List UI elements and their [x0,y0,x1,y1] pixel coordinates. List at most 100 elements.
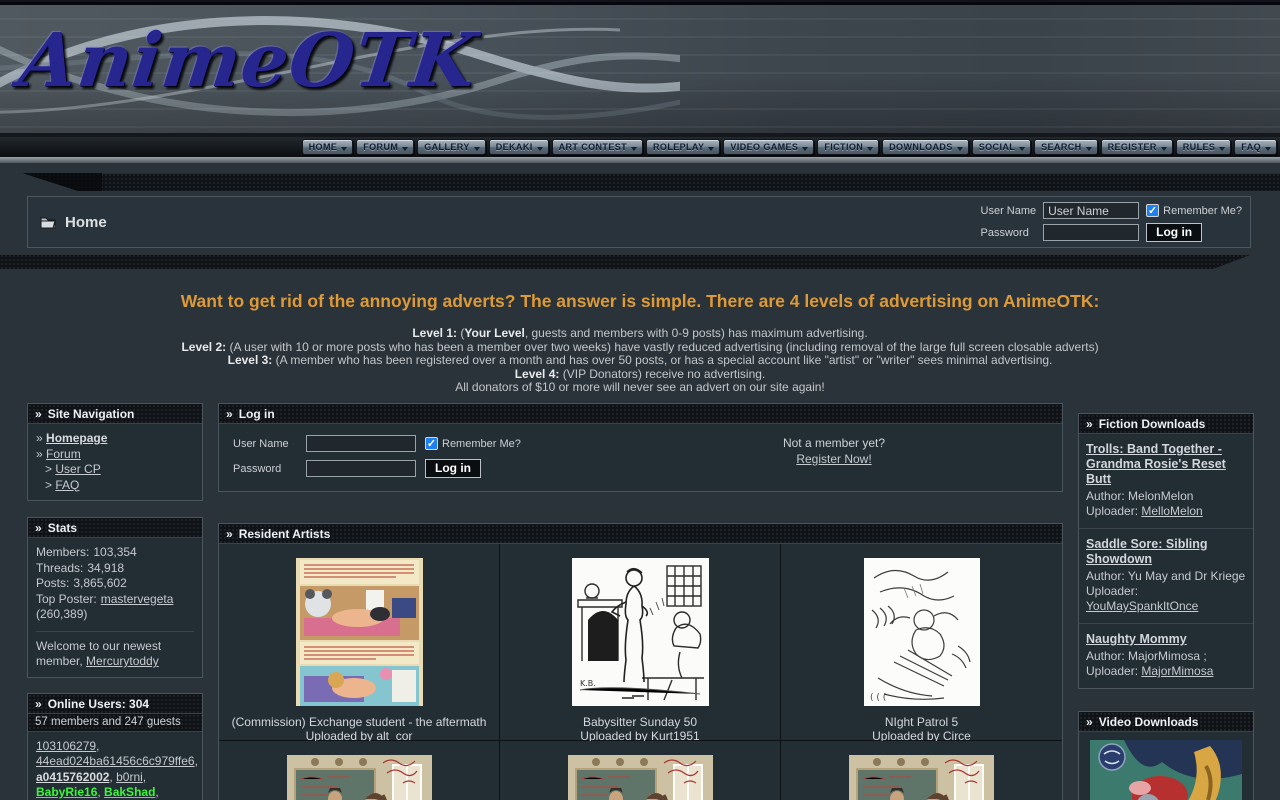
video-thumbnail[interactable] [1090,740,1242,800]
svg-text:( ( (: ( ( ( [870,693,886,703]
online-user-link[interactable]: 103106279 [36,739,96,753]
uploader-link[interactable]: YouMaySpankItOnce [1086,599,1198,613]
stat-label: Top Poster: [36,592,97,606]
header-bullet-icon: » [35,697,42,711]
nav-button-art-contest[interactable]: ART CONTEST [552,139,643,155]
nav-button-label: FAQ [1241,142,1261,152]
dropdown-arrow-icon [631,147,637,151]
author-name: Yu May and Dr Kriege [1128,569,1245,583]
online-user-link[interactable]: BabyRie16 [36,785,97,799]
nav-button-register[interactable]: REGISTER [1101,139,1173,155]
ad-notice-title: Want to get rid of the annoying adverts?… [40,291,1240,312]
nav-button-rules[interactable]: RULES [1176,139,1232,155]
nav-button-dekaki[interactable]: DEKAKI [489,139,549,155]
stats-body: Members:103,354 Threads:34,918 Posts:3,8… [28,538,202,677]
uploader-label: Uploader: [1086,504,1138,518]
artist-cell [781,741,1062,800]
header-bullet-icon: » [1086,417,1093,431]
online-users-title: Online Users: 304 [48,697,149,711]
nav-button-fiction[interactable]: FICTION [817,139,879,155]
site-navigation-title: Site Navigation [48,407,135,421]
nav-button-label: FORUM [363,142,398,152]
nav-button-label: SEARCH [1041,142,1081,152]
stat-value: (260,389) [36,607,87,621]
fiction-title-link[interactable]: Naughty Mommy [1086,632,1246,647]
login-button[interactable]: Log in [1146,223,1202,242]
nav-button-label: ART CONTEST [559,142,627,152]
header-bullet-icon: » [35,521,42,535]
uploader-link[interactable]: MelloMelon [1141,504,1202,518]
dropdown-arrow-icon [1161,147,1167,151]
artwork-thumbnail-classroom[interactable] [568,755,713,800]
remember-me-checkbox[interactable]: ✓ [1146,204,1159,217]
username-input[interactable] [1043,202,1139,219]
svg-text:K.B.: K.B. [580,679,596,688]
fiction-author: Author: MelonMelon [1086,489,1246,504]
online-user-link[interactable]: b0rni [116,770,143,784]
forum-link[interactable]: Forum [46,447,81,461]
nav-button-video-games[interactable]: VIDEO GAMES [723,139,814,155]
artwork-caption: Babysitter Sunday 50 Uploaded by Kurt195… [500,716,780,743]
nav-button-gallery[interactable]: GALLERY [417,139,485,155]
fiction-item: Naughty Mommy Author: MajorMimosa ; Uplo… [1079,623,1253,688]
decorative-bar-top [0,173,1280,191]
nav-button-label: ROLEPLAY [653,142,704,152]
nav-button-search[interactable]: SEARCH [1034,139,1097,155]
bullet-icon: » [36,431,43,445]
online-user-link[interactable]: a0415762002 [36,770,109,784]
fiction-title-link[interactable]: Trolls: Band Together - Grandma Rosie's … [1086,442,1246,487]
page-header-bar: Home User Name ✓ Remember Me? Password L… [27,196,1251,248]
author-name: MajorMimosa ; [1128,649,1207,663]
uploader-link[interactable]: MajorMimosa [1141,664,1213,678]
faq-link[interactable]: FAQ [55,478,79,492]
usercp-link[interactable]: User CP [55,462,100,476]
nav-button-downloads[interactable]: DOWNLOADS [882,139,969,155]
fiction-downloads-box: »Fiction Downloads Trolls: Band Together… [1078,413,1254,689]
artwork-thumbnail-inkdrawing[interactable]: K.B. [572,558,709,706]
remember-me-checkbox[interactable]: ✓ [425,437,438,450]
username-label: User Name [981,205,1037,217]
author-label: Author: [1086,569,1125,583]
artwork-thumbnail-classroom[interactable] [849,755,994,800]
site-banner: AnimeOTK [0,0,1280,137]
online-user-link[interactable]: 44ead024ba61456c6c979ffe6 [36,754,195,768]
dropdown-arrow-icon [867,147,873,151]
register-now-link[interactable]: Register Now! [796,452,871,466]
nav-button-faq[interactable]: FAQ [1234,139,1277,155]
top-poster-link[interactable]: mastervegeta [101,592,174,606]
newest-member: Welcome to our newest member, Mercurytod… [36,631,194,670]
artist-cell [500,741,781,800]
header-bullet-icon: » [1086,715,1093,729]
fiction-title-link[interactable]: Saddle Sore: Sibling Showdown [1086,537,1246,567]
online-user-link[interactable]: BakShad [104,785,155,799]
username-input[interactable] [306,435,416,452]
login-box-body: User Name ✓ Remember Me? Password Log in… [219,424,1062,491]
login-button[interactable]: Log in [425,459,481,478]
site-logo-text[interactable]: AnimeOTK [15,18,482,104]
page-root: AnimeOTK HOME FORUM GALLERY DEKAKI ART CONTE… [0,0,1280,800]
artwork-thumbnail-comic[interactable] [296,558,423,706]
password-input[interactable] [1043,224,1139,241]
password-input[interactable] [306,460,416,477]
nav-button-forum[interactable]: FORUM [356,139,414,155]
artwork-thumbnail-sketch[interactable]: ( ( ( [864,558,980,706]
stat-value: 3,865,602 [73,576,126,590]
ad-notice-line: Level 3: (A member who has been register… [40,354,1240,368]
stats-box: »Stats Members:103,354 Threads:34,918 Po… [27,517,203,678]
ad-notice: Want to get rid of the annoying adverts?… [40,291,1240,395]
homepage-link[interactable]: Homepage [46,431,107,445]
remember-me-wrap: ✓ Remember Me? [1146,204,1242,217]
ad-notice-line: All donators of $10 or more will never s… [40,381,1240,395]
nav-button-label: GALLERY [424,142,469,152]
nav-button-home[interactable]: HOME [302,139,354,155]
header-bullet-icon: » [226,407,233,421]
newest-member-link[interactable]: Mercurytoddy [86,654,159,668]
artwork-thumbnail-classroom[interactable] [287,755,432,800]
nav-button-roleplay[interactable]: ROLEPLAY [646,139,720,155]
ad-notice-lines: Level 1: (Your Level, guests and members… [40,327,1240,395]
nav-button-social[interactable]: SOCIAL [972,139,1031,155]
stat-posts: Posts:3,865,602 [36,576,194,592]
artwork-title: (Commission) Exchange student - the afte… [219,716,499,730]
login-box-title: Log in [239,407,275,421]
artwork-caption: (Commission) Exchange student - the afte… [219,716,499,743]
